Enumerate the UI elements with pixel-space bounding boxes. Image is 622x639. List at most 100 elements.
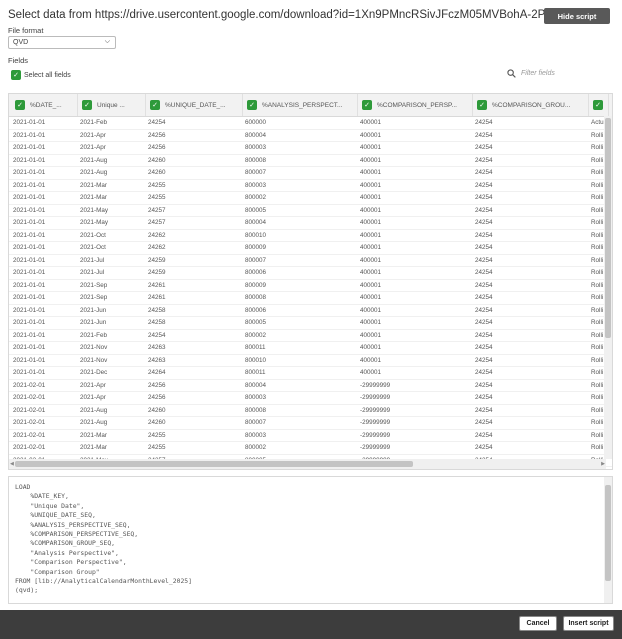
table-cell: 24254 xyxy=(148,331,166,339)
table-cell: 800004 xyxy=(245,219,267,226)
table-row: 2021-01-01 2021-Jun 24258 800006 400001 24254… xyxy=(9,305,612,317)
column-checkbox[interactable]: ✓ xyxy=(82,100,92,110)
table-cell: 400001 xyxy=(360,231,382,239)
table-cell: 24254 xyxy=(475,394,493,401)
table-cell: 2021-Oct xyxy=(80,244,106,251)
table-row: 2021-01-01 2021-May 24257 800004 400001 24254… xyxy=(9,217,612,230)
column-checkbox[interactable]: ✓ xyxy=(593,100,603,110)
table-cell: 24262 xyxy=(148,231,166,239)
horizontal-scrollbar[interactable]: ◀ ▶ xyxy=(9,459,606,469)
column-header[interactable]: ✓ %COMPARISON_GROU... xyxy=(473,94,589,116)
table-cell: 24255 xyxy=(148,444,166,451)
table-cell: 24254 xyxy=(475,444,493,451)
table-cell: 2021-02-01 xyxy=(13,419,46,426)
column-header[interactable]: ✓ xyxy=(589,94,609,116)
vertical-scrollbar[interactable] xyxy=(604,116,612,459)
table-row: 2021-02-01 2021-Apr 24256 800003 -29999999 24… xyxy=(9,392,612,405)
scroll-right-icon[interactable]: ▶ xyxy=(601,461,605,467)
table-cell: 400001 xyxy=(360,156,382,164)
table-cell: 24254 xyxy=(475,144,493,151)
table-cell: 800008 xyxy=(245,156,267,164)
filter-placeholder: Filter fields xyxy=(521,70,555,77)
table-cell: 2021-01-01 xyxy=(13,294,46,301)
column-checkbox[interactable]: ✓ xyxy=(247,100,257,110)
script-preview[interactable]: LOAD %DATE_KEY, "Unique Date", %UNIQUE_D… xyxy=(8,476,613,604)
select-all-checkbox[interactable]: ✓ xyxy=(11,70,21,80)
cancel-button[interactable]: Cancel xyxy=(519,616,557,631)
table-cell: 800003 xyxy=(245,181,267,189)
table-cell: 800006 xyxy=(245,269,267,276)
scroll-left-icon[interactable]: ◀ xyxy=(10,461,14,467)
table-cell: 400001 xyxy=(360,269,382,276)
table-cell: 2021-01-01 xyxy=(13,206,46,214)
script-scrollbar[interactable] xyxy=(604,477,612,603)
table-cell: 2021-02-01 xyxy=(13,431,46,439)
table-cell: 24254 xyxy=(475,319,493,326)
table-cell: 24257 xyxy=(148,219,166,226)
hide-script-button[interactable]: Hide script xyxy=(544,8,610,24)
table-cell: 800005 xyxy=(245,206,267,214)
table-cell: 24255 xyxy=(148,194,166,201)
table-cell: 2021-Aug xyxy=(80,406,108,414)
column-checkbox[interactable]: ✓ xyxy=(362,100,372,110)
table-cell: 400001 xyxy=(360,219,382,226)
table-cell: 800003 xyxy=(245,144,267,151)
table-row: 2021-01-01 2021-Sep 24261 800008 400001 24254… xyxy=(9,292,612,305)
table-cell: 2021-01-01 xyxy=(13,156,46,164)
table-cell: 400001 xyxy=(360,256,382,264)
table-cell: 2021-01-01 xyxy=(13,119,46,126)
select-all-fields[interactable]: ✓ Select all fields xyxy=(11,70,71,80)
table-row: 2021-01-01 2021-Sep 24261 800009 400001 24254… xyxy=(9,280,612,292)
table-cell: 2021-Sep xyxy=(80,294,108,301)
table-cell: 24260 xyxy=(148,156,166,164)
script-scroll-thumb[interactable] xyxy=(605,485,611,581)
table-cell: 800003 xyxy=(245,394,267,401)
table-cell: 2021-May xyxy=(80,206,109,214)
table-cell: 2021-01-01 xyxy=(13,306,46,314)
table-cell: 24254 xyxy=(475,369,493,376)
table-cell: 800005 xyxy=(245,319,267,326)
insert-script-button[interactable]: Insert script xyxy=(563,616,614,631)
file-format-select[interactable]: QVD ⌵ xyxy=(8,36,116,49)
column-header[interactable]: ✓ %UNIQUE_DATE_... xyxy=(146,94,243,116)
table-cell: 800010 xyxy=(245,231,267,239)
horizontal-scroll-thumb[interactable] xyxy=(15,461,413,467)
table-row: 2021-01-01 2021-Feb 24254 600000 400001 24254… xyxy=(9,117,612,130)
table-cell: 24254 xyxy=(475,156,493,164)
column-header[interactable]: ✓ %ANALYSIS_PERSPECT... xyxy=(243,94,358,116)
table-cell: 400001 xyxy=(360,331,382,339)
table-row: 2021-01-01 2021-Apr 24256 800004 400001 24254… xyxy=(9,130,612,142)
column-header-label: %COMPARISON_GROU... xyxy=(492,101,571,109)
table-row: 2021-01-01 2021-Aug 24260 800008 400001 24254… xyxy=(9,155,612,167)
table-cell: 2021-May xyxy=(80,219,109,226)
vertical-scroll-thumb[interactable] xyxy=(605,118,611,338)
table-cell: 24254 xyxy=(475,119,493,126)
table-cell: 24254 xyxy=(475,206,493,214)
table-cell: 24254 xyxy=(475,256,493,264)
table-row: 2021-01-01 2021-Mar 24255 800002 400001 24254… xyxy=(9,192,612,205)
column-header[interactable]: ✓ %DATE_... xyxy=(11,94,78,116)
table-cell: 2021-01-01 xyxy=(13,256,46,264)
table-cell: 400001 xyxy=(360,369,382,376)
table-row: 2021-01-01 2021-Nov 24263 800011 400001 24254… xyxy=(9,342,612,355)
table-cell: 400001 xyxy=(360,131,382,139)
table-cell: 800002 xyxy=(245,194,267,201)
filter-fields-input[interactable]: Filter fields xyxy=(507,69,555,78)
table-cell: 800004 xyxy=(245,381,267,389)
table-cell: 800007 xyxy=(245,256,267,264)
table-cell: 24254 xyxy=(475,244,493,251)
column-checkbox[interactable]: ✓ xyxy=(15,100,25,110)
column-header[interactable]: ✓ Unique ... xyxy=(78,94,146,116)
table-cell: 24258 xyxy=(148,306,166,314)
column-header-label: Unique ... xyxy=(97,101,125,109)
table-cell: 2021-01-01 xyxy=(13,181,46,189)
table-cell: 2021-01-01 xyxy=(13,369,46,376)
column-checkbox[interactable]: ✓ xyxy=(150,100,160,110)
table-cell: 24254 xyxy=(475,181,493,189)
column-header-label: %DATE_... xyxy=(30,101,62,109)
column-header[interactable]: ✓ %COMPARISON_PERSP... xyxy=(358,94,473,116)
column-checkbox[interactable]: ✓ xyxy=(477,100,487,110)
table-row: 2021-01-01 2021-May 24257 800005 400001 24254… xyxy=(9,205,612,217)
table-cell: 24260 xyxy=(148,406,166,414)
table-cell: 2021-Aug xyxy=(80,419,108,426)
